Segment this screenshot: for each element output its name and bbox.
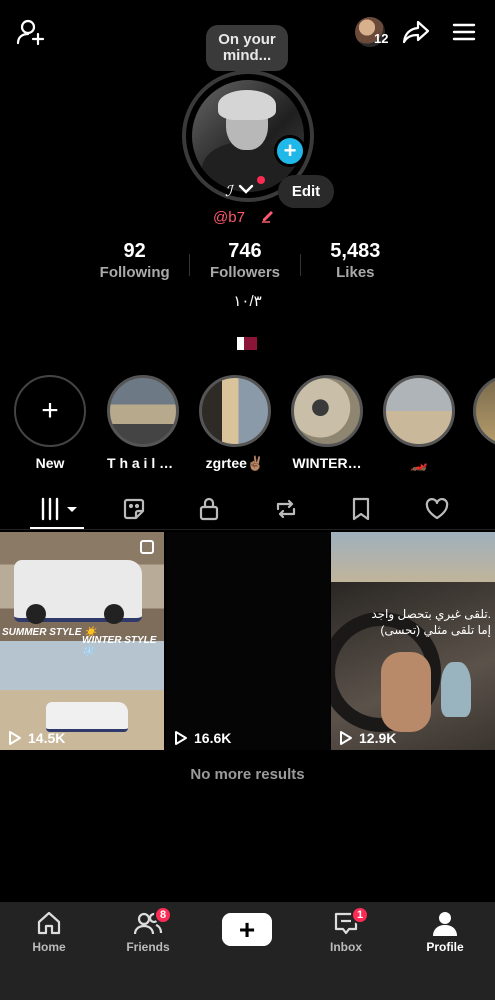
inbox-badge: 1 xyxy=(351,906,370,924)
plus-icon: + xyxy=(222,913,272,946)
followers-count: 746 xyxy=(228,240,262,262)
plus-icon: + xyxy=(14,375,86,447)
followers-label: Followers xyxy=(209,264,280,281)
stat-followers[interactable]: 746 Followers xyxy=(190,240,299,286)
tab-repost-icon[interactable] xyxy=(261,494,311,524)
view-count: 16.6K xyxy=(174,730,231,746)
friends-badge: 8 xyxy=(154,906,173,924)
add-story-plus-icon[interactable]: + xyxy=(274,135,306,167)
likes-label: Likes xyxy=(336,264,375,281)
tab-private-lock-icon[interactable] xyxy=(184,494,234,524)
highlight-item[interactable]: WINTER… xyxy=(291,375,363,471)
highlight-thumbnail xyxy=(199,375,271,447)
nav-profile-label: Profile xyxy=(426,940,464,954)
nav-friends-label: Friends xyxy=(126,940,170,954)
story-count: 12 xyxy=(374,31,389,46)
view-count: 12.9K xyxy=(339,730,396,746)
highlight-thumbnail xyxy=(383,375,455,447)
content-tabs xyxy=(0,490,495,530)
bio-text: ١٠/٣ xyxy=(233,293,262,310)
video-thumbnail[interactable]: 16.6K xyxy=(166,532,330,750)
nav-inbox[interactable]: 1 Inbox xyxy=(311,906,381,954)
notification-dot xyxy=(257,176,265,184)
multi-photo-icon xyxy=(140,540,154,554)
chevron-down-icon[interactable] xyxy=(238,182,254,200)
nav-home[interactable]: Home xyxy=(14,908,84,954)
friends-icon: 8 xyxy=(113,906,183,938)
highlight-thumbnail xyxy=(107,375,179,447)
qatar-flag-icon xyxy=(237,337,257,350)
tab-videos[interactable] xyxy=(34,494,84,524)
highlight-label: T h a i l a… xyxy=(107,455,179,471)
highlight-thumbnail xyxy=(473,375,495,447)
video-grid: SUMMER STYLE ☀️ WINTER STYLE ❄️ 14.5K 16… xyxy=(0,532,495,750)
video-overlay-text: WINTER STYLE ❄️ xyxy=(82,635,157,657)
highlight-label: WINTER… xyxy=(292,455,362,471)
video-thumbnail[interactable]: تلقى غيري بتحصل واجد. إما تلقى مثلي (تحس… xyxy=(331,532,495,750)
highlight-item[interactable]: T h a i l a… xyxy=(107,375,179,471)
following-label: Following xyxy=(99,264,170,281)
video-thumbnail[interactable]: SUMMER STYLE ☀️ WINTER STYLE ❄️ 14.5K xyxy=(0,532,164,750)
username-handle: @b7 xyxy=(213,208,245,226)
tab-sticker[interactable] xyxy=(109,494,159,524)
highlight-new[interactable]: + New xyxy=(14,375,86,471)
username-row: @b7 xyxy=(213,207,277,227)
hamburger-menu-icon[interactable] xyxy=(448,16,480,48)
nav-friends[interactable]: 8 Friends xyxy=(113,906,183,954)
active-tab-indicator xyxy=(30,527,84,529)
on-your-mind-bubble[interactable]: On your mind... xyxy=(206,25,288,71)
stat-likes[interactable]: 5,483 Likes xyxy=(301,240,410,286)
highlight-item[interactable]: zgrtee✌🏽 xyxy=(199,375,271,472)
highlight-item[interactable]: 🏎️ xyxy=(383,375,455,472)
highlight-item[interactable]: Ne xyxy=(473,375,495,471)
profile-icon xyxy=(410,908,480,938)
profile-stats: 92 Following 746 Followers 5,483 Likes xyxy=(80,240,410,286)
inbox-icon: 1 xyxy=(311,906,381,938)
view-count: 14.5K xyxy=(8,730,65,746)
play-icon xyxy=(9,731,21,745)
play-icon xyxy=(340,731,352,745)
video-overlay-text: تلقى غيري بتحصل واجد. إما تلقى مثلي (تحس… xyxy=(371,607,491,637)
stat-following[interactable]: 92 Following xyxy=(80,240,189,286)
tab-bookmark-icon[interactable] xyxy=(336,494,386,524)
highlight-label: zgrtee✌🏽 xyxy=(205,455,265,471)
add-user-icon[interactable] xyxy=(15,16,47,48)
play-icon xyxy=(175,731,187,745)
share-icon[interactable] xyxy=(400,16,432,48)
highlight-thumbnail xyxy=(291,375,363,447)
no-more-results-text: No more results xyxy=(190,766,305,783)
following-count: 92 xyxy=(123,240,146,262)
nav-home-label: Home xyxy=(32,940,66,954)
tab-liked-heart-icon[interactable] xyxy=(412,494,462,524)
highlight-label: New xyxy=(35,455,65,471)
highlight-label: Ne xyxy=(473,455,495,471)
nav-profile[interactable]: Profile xyxy=(410,908,480,954)
pencil-icon[interactable] xyxy=(261,207,277,227)
highlight-label: 🏎️ xyxy=(410,455,428,471)
bottom-navigation: Home 8 Friends + 1 Inbox Profile xyxy=(0,902,495,1000)
display-name-row[interactable]: ℐ xyxy=(225,176,265,202)
likes-count: 5,483 xyxy=(330,240,381,262)
home-icon xyxy=(14,908,84,938)
edit-profile-button[interactable]: Edit xyxy=(278,175,334,208)
display-name: ℐ xyxy=(225,182,233,200)
nav-inbox-label: Inbox xyxy=(330,940,362,954)
story-highlights: + New T h a i l a… zgrtee✌🏽 WINTER… 🏎️ N… xyxy=(0,375,495,475)
create-button[interactable]: + xyxy=(218,913,276,946)
